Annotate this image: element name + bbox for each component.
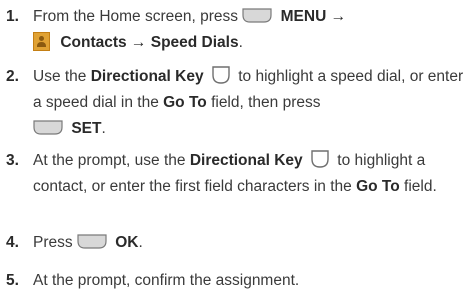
contacts-icon	[33, 32, 50, 51]
go-to-label: Go To	[356, 178, 400, 195]
step-text: Press	[33, 234, 77, 251]
step-text: field, then press	[211, 94, 321, 111]
step-number: 4.	[6, 234, 19, 251]
step-number: 3.	[6, 152, 19, 169]
soft-key-icon	[77, 234, 107, 249]
step-item: 1. From the Home screen, press MENU → Co…	[0, 4, 473, 64]
soft-key-icon	[33, 120, 63, 135]
step-number: 2.	[6, 68, 19, 85]
step-text: Use the	[33, 68, 91, 85]
directional-key-label: Directional Key	[90, 68, 204, 85]
directional-key-label: Directional Key	[189, 152, 303, 169]
step-item: 3. At the prompt, use the Directional Ke…	[0, 148, 473, 230]
step-text: From the Home screen, press	[33, 8, 239, 25]
step-text: At the prompt, use the	[33, 152, 190, 169]
step-text: field.	[404, 178, 437, 195]
step-text: .	[138, 234, 143, 251]
menu-key-label: MENU →	[280, 8, 347, 25]
instruction-steps: 1. From the Home screen, press MENU → Co…	[0, 0, 473, 294]
step-text: .	[101, 120, 106, 137]
soft-key-icon	[242, 8, 272, 23]
step-item: 2. Use the Directional Key to highlight …	[0, 64, 473, 148]
step-item: 5. At the prompt, confirm the assignment…	[0, 268, 473, 294]
step-text: .	[238, 34, 243, 51]
step-text: At the prompt, confirm the assignment.	[33, 272, 300, 289]
go-to-label: Go To	[163, 94, 207, 111]
set-key-label: SET	[71, 120, 102, 137]
step-item: 4. Press OK.	[0, 230, 473, 268]
step-number: 5.	[6, 272, 19, 289]
ok-key-label: OK	[115, 234, 139, 251]
directional-key-icon	[211, 65, 231, 85]
directional-key-icon	[310, 149, 330, 169]
contacts-path-label: Contacts → Speed Dials	[60, 34, 239, 51]
step-number: 1.	[6, 8, 19, 25]
